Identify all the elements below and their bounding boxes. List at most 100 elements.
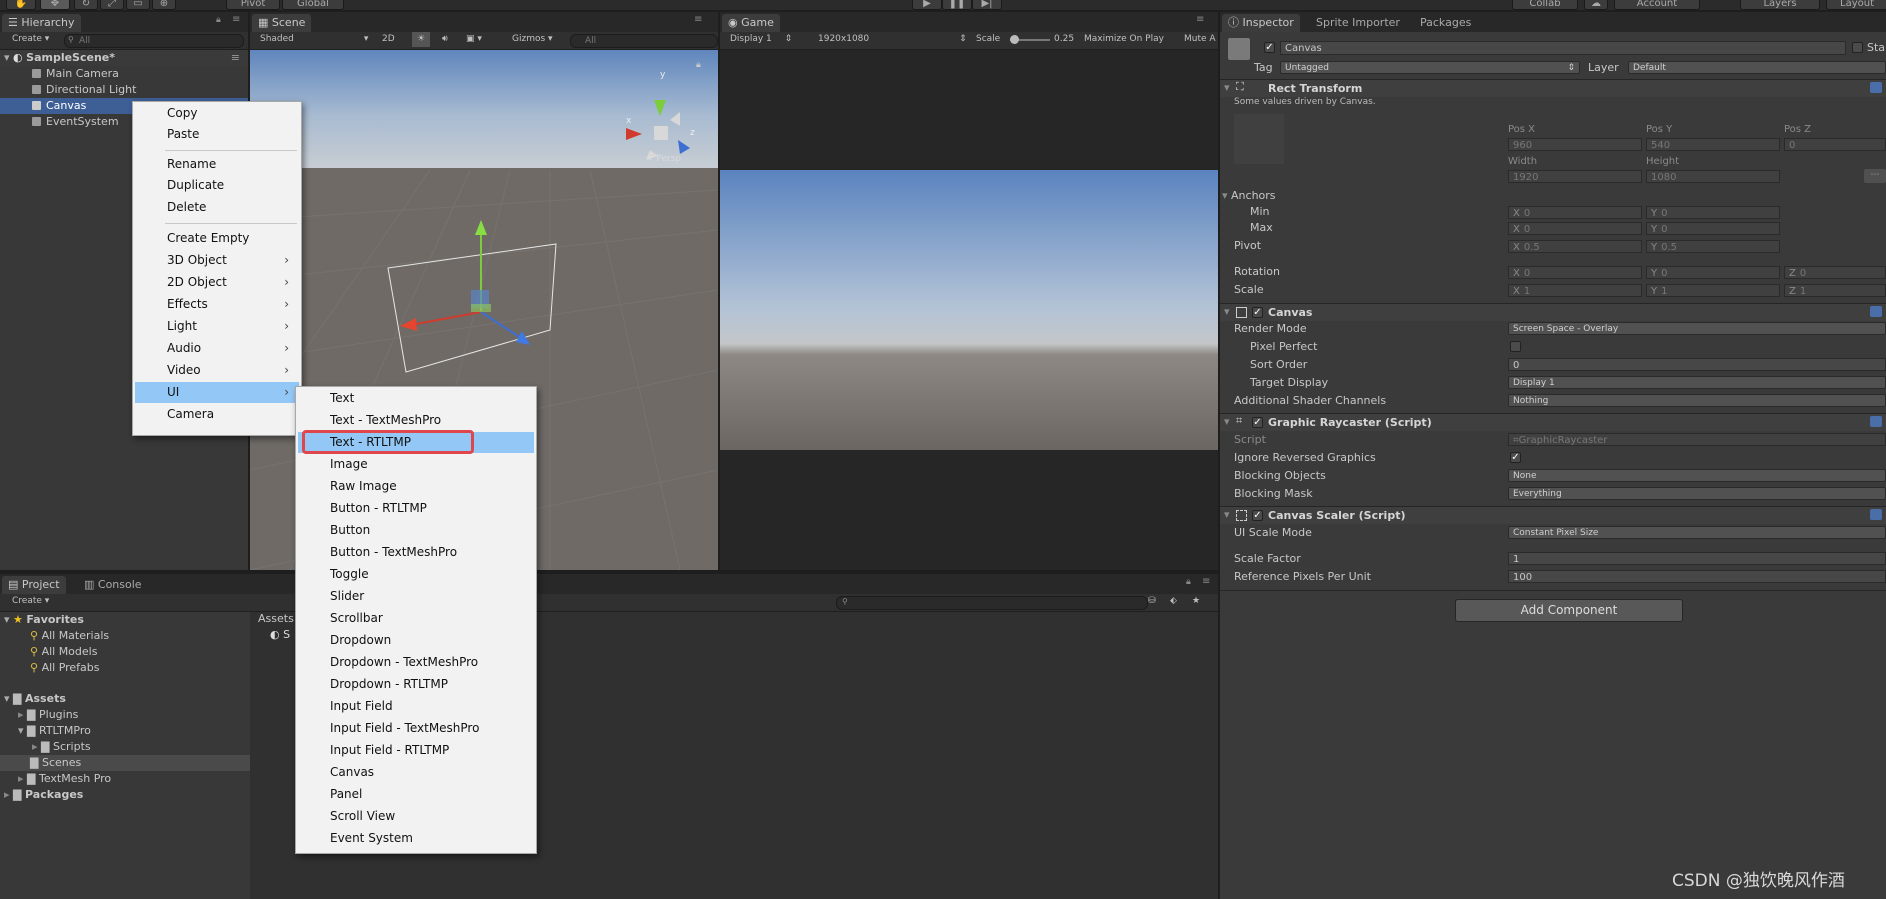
rect-transform-header[interactable]: ▾ ⛶ Rect Transform xyxy=(1220,79,1886,97)
raw-edit-button[interactable]: ⋯ xyxy=(1864,169,1886,183)
ui-scale-mode-dropdown[interactable]: Constant Pixel Size xyxy=(1508,526,1886,539)
display-dropdown[interactable]: Display 1 ⇕ xyxy=(730,32,792,47)
blocking-objects-dropdown[interactable]: None xyxy=(1508,469,1886,482)
scene-menu-icon[interactable]: ≡ xyxy=(231,50,240,66)
scale-z-field[interactable]: Z1 xyxy=(1784,284,1886,297)
step-button[interactable]: ▶| xyxy=(972,0,1002,10)
lock-icon[interactable]: 🔒︎ xyxy=(216,15,221,25)
scene-search-input[interactable]: All xyxy=(570,34,718,48)
foldout-arrow-icon[interactable]: ▾ xyxy=(1224,81,1230,94)
lock-icon[interactable]: 🔒︎ xyxy=(1186,577,1191,587)
rotate-tool-button[interactable]: ↻ xyxy=(74,0,98,10)
menu-item-paste[interactable]: Paste xyxy=(135,124,299,145)
help-book-icon[interactable] xyxy=(1870,416,1882,427)
menu-item-delete[interactable]: Delete xyxy=(135,197,299,218)
add-component-button[interactable]: Add Component xyxy=(1455,599,1683,622)
help-book-icon[interactable] xyxy=(1870,306,1882,317)
ui-item-text-textmeshpro[interactable]: Text - TextMeshPro xyxy=(298,410,534,431)
menu-item-video[interactable]: Video › xyxy=(135,360,299,381)
canvas-scaler-header[interactable]: ▾ ✓ Canvas Scaler (Script) xyxy=(1220,506,1886,524)
game-viewport[interactable] xyxy=(720,170,1218,450)
resolution-dropdown[interactable]: 1920x1080 ⇕ xyxy=(818,32,967,47)
folder-plugins[interactable]: ▸ ▇ Plugins xyxy=(0,707,250,723)
ui-item-dropdown[interactable]: Dropdown xyxy=(298,630,534,651)
global-toggle[interactable]: Global xyxy=(282,0,344,10)
tab-packages[interactable]: Packages xyxy=(1414,14,1477,32)
pivot-toggle[interactable]: Pivot xyxy=(226,0,280,10)
shading-mode-dropdown[interactable]: Shaded ▾ xyxy=(260,32,368,47)
scale-y-field[interactable]: Y1 xyxy=(1646,284,1780,297)
project-search-input[interactable] xyxy=(836,596,1148,610)
script-field[interactable]: ⌗GraphicRaycaster xyxy=(1508,433,1886,446)
pivot-x-field[interactable]: X 0.5 xyxy=(1508,240,1642,253)
layers-dropdown[interactable]: Layers xyxy=(1740,0,1820,10)
filter-type-icon[interactable]: ⛁ xyxy=(1148,594,1156,609)
menu-item-copy[interactable]: Copy xyxy=(135,103,299,124)
ui-item-event-system[interactable]: Event System xyxy=(298,828,534,849)
gizmos-dropdown[interactable]: Gizmos ▾ xyxy=(512,32,553,47)
object-name-field[interactable]: Canvas xyxy=(1280,41,1846,55)
persp-label[interactable]: < Persp xyxy=(646,154,681,164)
pixel-perfect-checkbox[interactable] xyxy=(1510,341,1521,352)
sort-order-field[interactable]: 0 xyxy=(1508,358,1886,371)
menu-item-2d-object[interactable]: 2D Object › xyxy=(135,272,299,293)
ui-item-input-field[interactable]: Input Field xyxy=(298,696,534,717)
expand-arrow-icon[interactable]: ▾ xyxy=(4,51,10,64)
rotation-x-field[interactable]: X0 xyxy=(1508,266,1642,279)
project-create-dropdown[interactable]: Create ▾ xyxy=(12,594,49,609)
play-button[interactable]: ▶ xyxy=(912,0,942,10)
raycaster-enabled-checkbox[interactable]: ✓ xyxy=(1252,417,1263,428)
folder-rtltmpro[interactable]: ▾ ▇ RTLTMPro xyxy=(0,723,250,739)
tab-project[interactable]: ▤ Project xyxy=(2,576,66,594)
pivot-y-field[interactable]: Y 0.5 xyxy=(1646,240,1780,253)
canvas-enabled-checkbox[interactable]: ✓ xyxy=(1252,307,1263,318)
filter-label-icon[interactable]: ⬖ xyxy=(1170,594,1177,609)
2d-toggle[interactable]: 2D xyxy=(382,32,395,47)
active-checkbox[interactable]: ✓ xyxy=(1264,42,1275,53)
static-checkbox[interactable] xyxy=(1852,42,1863,53)
cloud-icon[interactable]: ☁ xyxy=(1584,0,1608,10)
scale-x-field[interactable]: X1 xyxy=(1508,284,1642,297)
layer-dropdown[interactable]: Default xyxy=(1628,61,1886,74)
ui-item-button-textmeshpro[interactable]: Button - TextMeshPro xyxy=(298,542,534,563)
rect-tool-button[interactable]: ▭ xyxy=(126,0,150,10)
rotation-y-field[interactable]: Y0 xyxy=(1646,266,1780,279)
ui-item-text[interactable]: Text xyxy=(298,388,534,409)
tab-scene[interactable]: ▦ Scene xyxy=(252,14,312,32)
folder-textmesh-pro[interactable]: ▸ ▇ TextMesh Pro xyxy=(0,771,250,787)
breadcrumb[interactable]: Assets xyxy=(258,612,294,625)
foldout-arrow-icon[interactable]: ▾ xyxy=(1224,415,1230,428)
create-dropdown[interactable]: Create ▾ xyxy=(12,32,49,47)
transform-tool-button[interactable]: ⊕ xyxy=(152,0,176,10)
tab-inspector[interactable]: ⓘ Inspector xyxy=(1222,14,1300,32)
foldout-arrow-icon[interactable]: ▾ xyxy=(1224,508,1230,521)
hierarchy-search-input[interactable]: All xyxy=(64,34,244,48)
menu-item-duplicate[interactable]: Duplicate xyxy=(135,175,299,196)
menu-item-light[interactable]: Light › xyxy=(135,316,299,337)
anchor-min-x-field[interactable]: X0 xyxy=(1508,206,1642,219)
layout-dropdown[interactable]: Layout xyxy=(1826,0,1886,10)
graphic-raycaster-header[interactable]: ▾ ⌗ ✓ Graphic Raycaster (Script) xyxy=(1220,413,1886,431)
menu-item-audio[interactable]: Audio › xyxy=(135,338,299,359)
ui-item-raw-image[interactable]: Raw Image xyxy=(298,476,534,497)
ui-item-slider[interactable]: Slider xyxy=(298,586,534,607)
scale-slider-thumb[interactable] xyxy=(1010,35,1019,44)
ref-pixels-field[interactable]: 100 xyxy=(1508,570,1886,583)
hierarchy-item-directional-light[interactable]: Directional Light xyxy=(0,82,248,98)
hand-tool-button[interactable]: ✋ xyxy=(6,0,36,10)
target-display-dropdown[interactable]: Display 1 xyxy=(1508,376,1886,389)
scaler-enabled-checkbox[interactable]: ✓ xyxy=(1252,510,1263,521)
menu-item-camera[interactable]: Camera xyxy=(135,404,299,425)
collab-button[interactable]: Collab xyxy=(1512,0,1578,10)
gizmo-lock-icon[interactable]: 🔒︎ xyxy=(696,60,701,70)
scene-asset-item[interactable]: ◐ S xyxy=(270,628,290,641)
panel-menu-icon[interactable]: ≡ xyxy=(1196,14,1204,25)
anchor-preset-icon[interactable] xyxy=(1234,114,1284,164)
canvas-component-header[interactable]: ▾ ✓ Canvas xyxy=(1220,303,1886,321)
favorite-all-prefabs[interactable]: ⚲ All Prefabs xyxy=(0,660,250,676)
menu-item-effects[interactable]: Effects › xyxy=(135,294,299,315)
ui-item-input-field-textmeshpro[interactable]: Input Field - TextMeshPro xyxy=(298,718,534,739)
panel-menu-icon[interactable]: ≡ xyxy=(1202,576,1210,587)
lighting-toggle-icon[interactable]: ☀ xyxy=(412,32,431,47)
ui-item-input-field-rtltmp[interactable]: Input Field - RTLTMP xyxy=(298,740,534,761)
